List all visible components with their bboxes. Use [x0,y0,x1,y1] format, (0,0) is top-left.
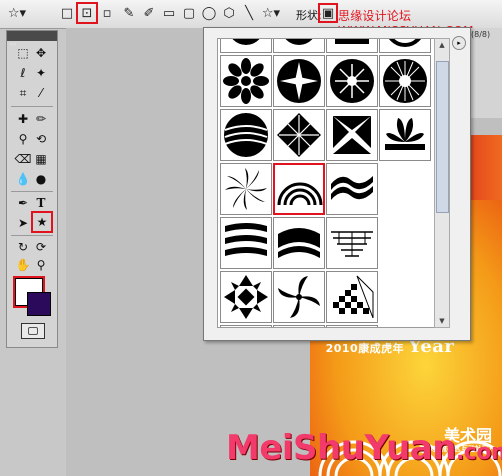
shape-swatch[interactable] [220,271,272,323]
blur-icon[interactable]: 💧 [15,171,31,187]
shape-swatch[interactable] [273,217,325,269]
crop-icon[interactable]: ⌗ [15,85,31,101]
rounded-rectangle-icon[interactable]: ▢ [180,4,198,22]
magic-wand-icon[interactable]: ✦ [33,65,49,81]
shape-swatch[interactable] [273,39,325,53]
healing-brush-icon[interactable]: ✚ [15,111,31,127]
poster-edge [466,135,502,205]
eyedropper-icon[interactable]: ⁄ [33,85,49,101]
toolbox-header[interactable]: ◂◂ [7,31,57,48]
shape-swatch[interactable] [273,325,325,327]
move-icon[interactable]: ✥ [33,45,49,61]
custom-shape-icon[interactable]: ☆▾ [258,4,284,22]
picker-scrollbar[interactable]: ▲ ▼ [434,38,450,328]
shape-swatch[interactable] [273,55,325,107]
toolbox: ◂◂ ⬚ ✥ ℓ ✦ ⌗ ⁄ ✚ ✏ ⚲ ⟲ ⌫ ▦ 💧 ● ✒ T ➤ ★ ↻… [6,30,58,348]
shape-swatch[interactable] [326,39,378,53]
rectangle-icon[interactable]: ▭ [160,4,178,22]
shape-swatch[interactable] [326,325,378,327]
custom-shape-tool-icon[interactable]: ★ [31,211,53,233]
dodge-icon[interactable]: ● [33,171,49,187]
shape-picker-dropdown[interactable]: ▣ [318,3,338,23]
path-selection-icon[interactable]: ➤ [15,215,31,231]
toolbox-divider [11,235,53,236]
site-watermark: MeiShuYuan.com [226,428,502,468]
type-icon[interactable]: T [33,195,49,211]
quick-mask-icon[interactable] [21,323,45,339]
panel-zoom-fragment: (8/8) [471,30,491,39]
custom-shape-picker: ▸ ▲ ▼ [203,27,471,341]
shape-swatch[interactable] [273,109,325,161]
zoom-icon[interactable]: ⚲ [33,257,49,273]
gradient-icon[interactable]: ▦ [33,151,49,167]
shape-swatch[interactable] [273,271,325,323]
shape-swatch[interactable] [220,55,272,107]
shape-grid [217,38,435,328]
shape-swatch[interactable] [220,325,272,327]
toolbox-divider [11,191,53,192]
shape-swatch[interactable] [220,39,272,53]
scroll-thumb[interactable] [436,61,449,213]
history-brush-icon[interactable]: ⟲ [33,131,49,147]
shape-layers-icon[interactable]: □ [58,4,76,22]
shape-swatch[interactable] [326,109,378,161]
picker-menu-icon[interactable]: ▸ [452,36,466,50]
scroll-down-arrow-icon[interactable]: ▼ [437,317,447,325]
polygon-icon[interactable]: ⬡ [220,4,238,22]
shape-swatch[interactable] [379,39,431,53]
toolbox-divider [11,106,53,107]
shape-swatch[interactable] [326,55,378,107]
shape-label: 形状: [296,9,322,22]
shape-swatch[interactable] [220,109,272,161]
paths-mode-icon[interactable]: ⊡ [76,2,98,24]
right-panel: (8/8) [468,28,502,118]
3d-rotate-icon[interactable]: ↻ [15,239,31,255]
scroll-up-arrow-icon[interactable]: ▲ [437,41,447,49]
shape-swatch[interactable] [326,271,378,323]
3d-orbit-icon[interactable]: ⟳ [33,239,49,255]
options-bar: ☆▾ □ ⊡ ▫ ✎ ✐ ▭ ▢ ◯ ⬡ ╲ ☆▾ 形状: ▣ 思缘设计论坛 W… [0,0,502,38]
custom-shape-tool-preset-icon[interactable]: ☆▾ [4,4,30,22]
shape-swatch[interactable] [326,217,378,269]
shape-swatch[interactable] [379,55,431,107]
marquee-icon[interactable]: ⬚ [15,45,31,61]
line-icon[interactable]: ╲ [240,4,258,22]
pen-tool-icon[interactable]: ✒ [15,195,31,211]
lasso-icon[interactable]: ℓ [15,65,31,81]
ellipse-icon[interactable]: ◯ [200,4,218,22]
shape-swatch[interactable] [220,217,272,269]
shape-swatch[interactable] [220,163,272,215]
shape-swatch-selected[interactable] [273,163,325,215]
fill-pixels-icon[interactable]: ▫ [98,4,116,22]
shape-swatch[interactable] [326,163,378,215]
clone-stamp-icon[interactable]: ⚲ [15,131,31,147]
shape-swatch[interactable] [379,109,431,161]
pen-icon[interactable]: ✎ [120,4,138,22]
freeform-pen-icon[interactable]: ✐ [140,4,158,22]
brush-icon[interactable]: ✏ [33,111,49,127]
background-color-swatch[interactable] [27,292,51,316]
eraser-icon[interactable]: ⌫ [15,151,32,167]
hand-icon[interactable]: ✋ [15,257,31,273]
